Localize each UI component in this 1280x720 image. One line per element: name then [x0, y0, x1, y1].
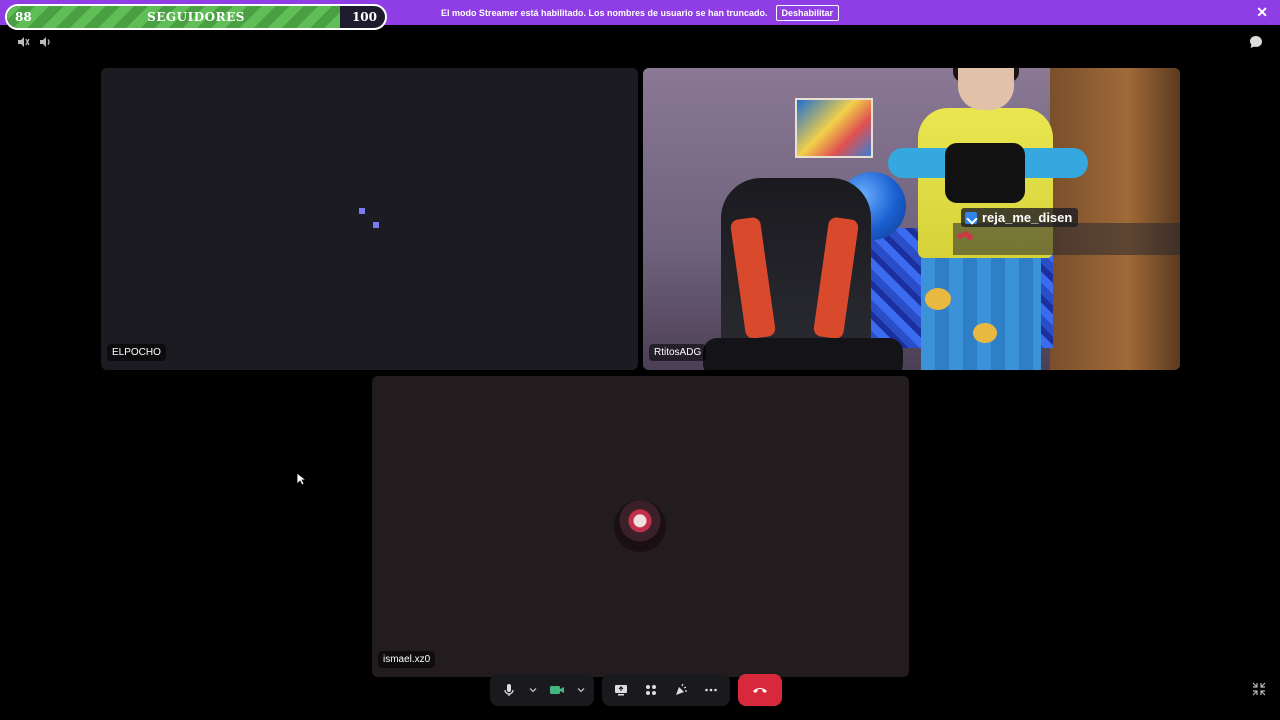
microphone-icon[interactable]	[496, 677, 522, 703]
webcam-feed: reja_me_disen	[643, 68, 1180, 370]
stream-overlay-band	[953, 223, 1180, 255]
chevron-down-icon[interactable]	[574, 677, 588, 703]
follow-alert-icon	[965, 211, 977, 224]
hang-up-button[interactable]	[738, 674, 782, 706]
video-tile-rtitosadg[interactable]: reja_me_disen RtitosADG	[643, 68, 1180, 370]
hang-up-icon	[753, 688, 767, 693]
hearts-icon	[957, 231, 977, 243]
close-icon[interactable]: ✕	[1256, 4, 1268, 20]
speaker-icon[interactable]	[38, 35, 52, 49]
loading-spinner-icon	[359, 208, 379, 228]
overlay-username-text: reja_me_disen	[982, 210, 1073, 225]
soundboard-icon[interactable]	[668, 677, 694, 703]
participant-name: RtitosADG	[649, 344, 707, 361]
call-controls	[490, 674, 782, 706]
shrink-icon[interactable]	[1252, 682, 1266, 696]
followers-goal-bar: 88 SEGUIDORES 100	[5, 4, 387, 30]
chevron-down-icon[interactable]	[526, 677, 540, 703]
volume-controls	[16, 35, 52, 49]
avatar	[614, 500, 666, 552]
audio-video-group	[490, 674, 594, 706]
speaker-muted-icon[interactable]	[16, 35, 30, 49]
stream-overlay-username: reja_me_disen	[961, 208, 1079, 227]
video-tile-ismael[interactable]: ismael.xz0	[372, 376, 909, 677]
mouse-cursor-icon	[296, 472, 308, 486]
activities-icon[interactable]	[638, 677, 664, 703]
banner-message: El modo Streamer está habilitado. Los no…	[440, 7, 768, 18]
participant-name: ELPOCHO	[107, 344, 166, 361]
more-icon[interactable]	[698, 677, 724, 703]
call-window: El modo Streamer está habilitado. Los no…	[0, 0, 1280, 720]
goal-label: SEGUIDORES	[147, 10, 245, 24]
disable-streamer-mode-button[interactable]: Deshabilitar	[775, 4, 840, 21]
video-tile-elpocho[interactable]: ELPOCHO	[101, 68, 638, 370]
screen-share-icon[interactable]	[608, 677, 634, 703]
activity-group	[602, 674, 730, 706]
chat-bubble-icon[interactable]	[1248, 34, 1264, 50]
camera-icon[interactable]	[544, 677, 570, 703]
goal-target: 100	[351, 10, 377, 24]
participant-name: ismael.xz0	[378, 651, 436, 668]
